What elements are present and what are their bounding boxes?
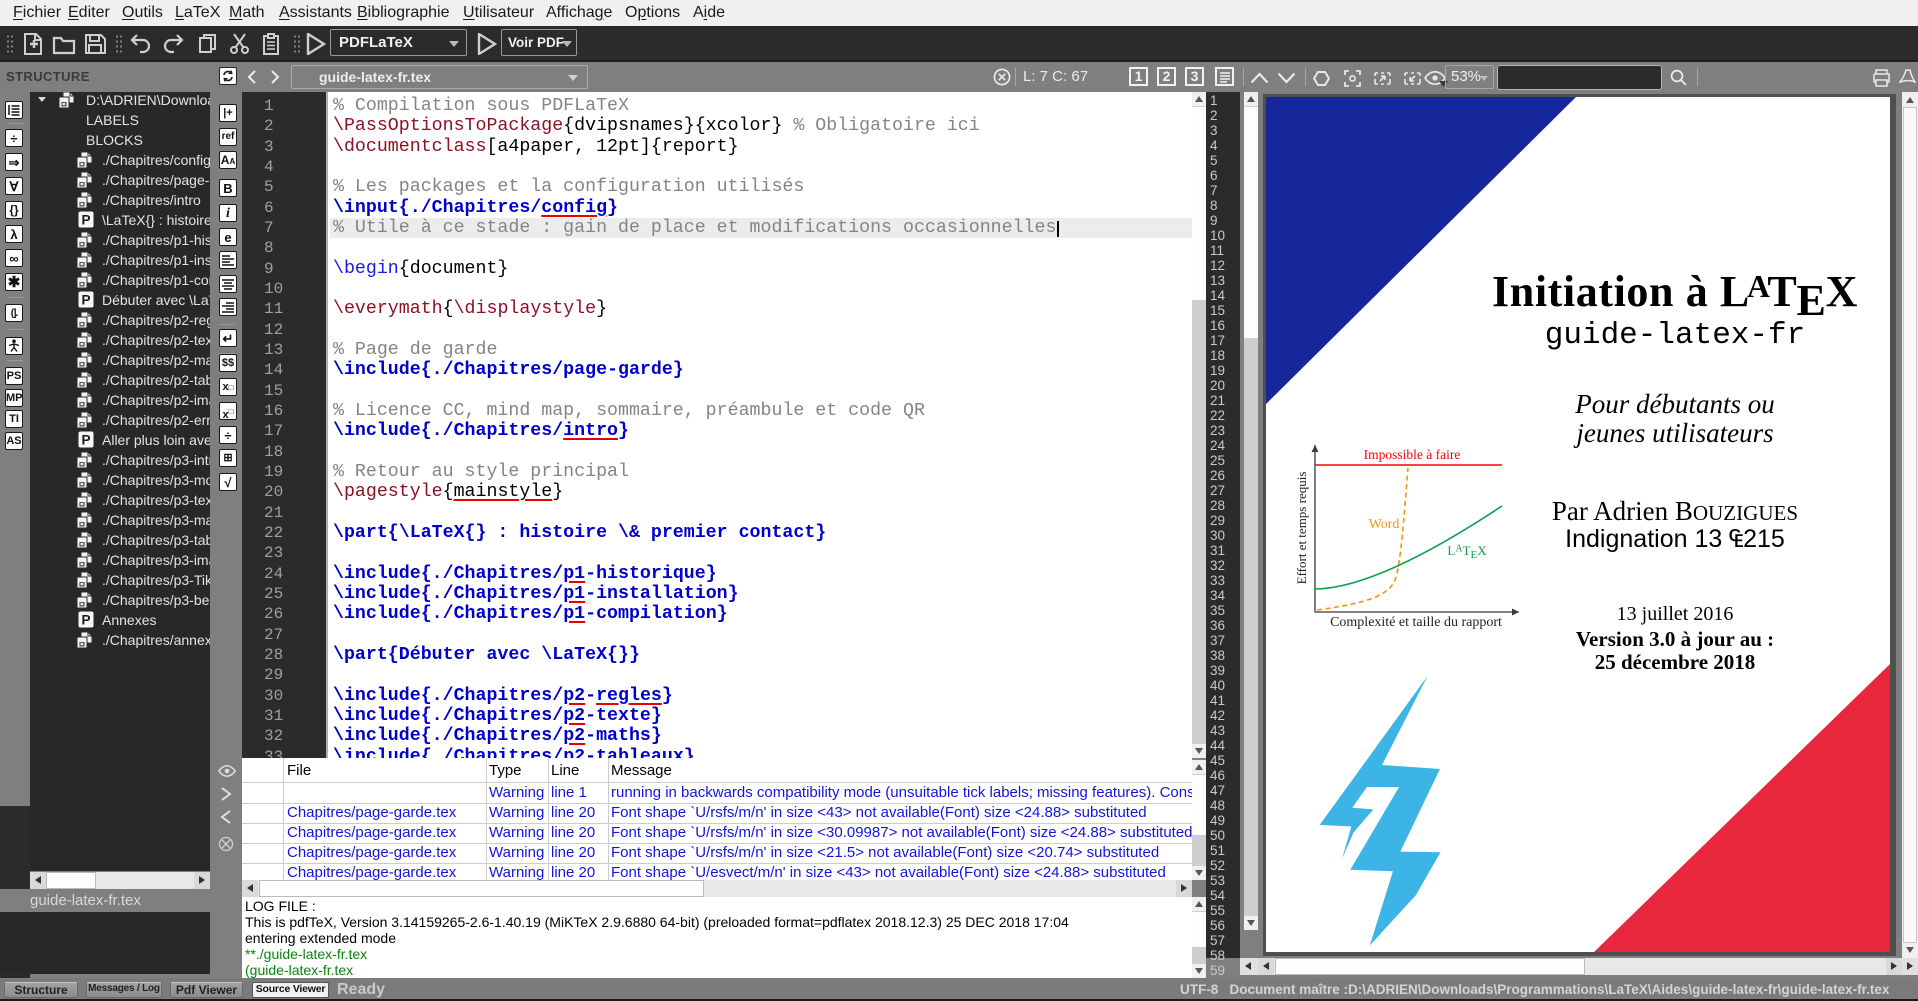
svg-text:Word: Word [1369,517,1400,532]
svg-text:Complexité et taille du rappor: Complexité et taille du rapport [1330,615,1502,630]
svg-text:Impossible à faire: Impossible à faire [1364,447,1461,462]
svg-text:Effort et temps requis: Effort et temps requis [1294,472,1309,585]
svg-text:LATEX: LATEX [1447,543,1487,561]
